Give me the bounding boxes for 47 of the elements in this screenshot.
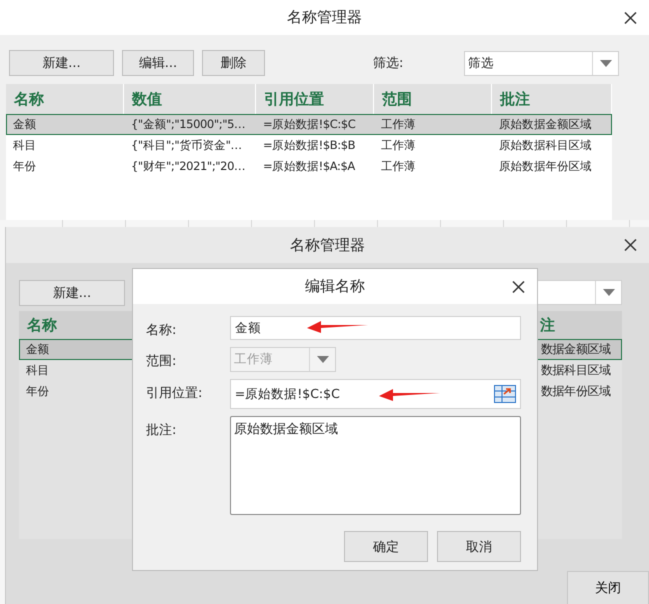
window-title: 名称管理器 [290, 236, 365, 254]
table-cell-text: 原始数据科目区域 [498, 138, 593, 153]
field-label: 引用位置: [146, 385, 204, 402]
reference-input[interactable]: =原始数据!$C:$C [230, 379, 521, 409]
column-header[interactable]: 名称 [19, 311, 129, 339]
table-cell-text: 数据科目区域 [541, 362, 612, 379]
table-cell-text: 工作薄 [380, 159, 417, 174]
close-button[interactable] [622, 9, 639, 26]
toolbar-button[interactable]: 编辑... [122, 50, 194, 76]
caret-icon [316, 356, 328, 363]
field-label: 批注: [146, 422, 178, 439]
table-cell-text: {"科目";"货币资金"… [130, 138, 243, 153]
filter-dropdown[interactable]: 筛选 [464, 50, 619, 76]
table-cell-text: 年份 [12, 159, 38, 174]
table-cell-text: 金额 [25, 342, 50, 357]
toolbar-button[interactable]: 删除 [202, 50, 265, 76]
new-button[interactable]: 新建... [19, 280, 125, 306]
table-cell-text: 工作薄 [380, 138, 417, 153]
dialog-title: 编辑名称 [305, 277, 365, 296]
table-cell-text: =原始数据!$C:$C [262, 117, 356, 132]
caret-icon [602, 289, 614, 296]
close-button[interactable] [622, 236, 639, 254]
table-cell-text: 原始数据年份区域 [498, 159, 593, 174]
table-cell-text: =原始数据!$B:$B [262, 138, 356, 153]
table-row[interactable]: 金额 {"金额";"15000";"5… =原始数据!$C:$C 工作薄 原始数据金额区域 [6, 114, 612, 135]
toolbar-button[interactable]: 新建... [9, 50, 114, 76]
table-cell-text: {"金额";"15000";"5… [130, 117, 246, 132]
range-select-icon [494, 385, 516, 403]
table-cell-text: 原始数据金额区域 [498, 117, 593, 132]
table-cell-text: 金额 [12, 117, 38, 132]
table-cell-text: 科目 [12, 138, 38, 153]
table-cell-text: =原始数据!$A:$A [262, 159, 356, 174]
filter-label: 筛选: [373, 55, 404, 72]
comment-textarea[interactable]: 原始数据金额区域 [230, 416, 521, 515]
table-cell-text: 科目 [25, 363, 50, 378]
close-button[interactable] [510, 278, 527, 295]
cancel-button[interactable]: 取消 [437, 531, 521, 562]
close-dialog-button[interactable]: 关闭 [567, 571, 649, 604]
name-input[interactable]: 金额 [230, 316, 521, 340]
caret-icon [600, 60, 612, 66]
window-title: 名称管理器 [287, 8, 362, 27]
table-cell-text: 数据金额区域 [541, 341, 612, 358]
ok-button[interactable]: 确定 [344, 531, 428, 562]
table-cell-text: {"财年";"2021";"20… [130, 159, 246, 174]
table-cell-text: 工作薄 [380, 117, 417, 132]
field-label: 范围: [146, 353, 178, 370]
field-label: 名称: [146, 322, 178, 339]
